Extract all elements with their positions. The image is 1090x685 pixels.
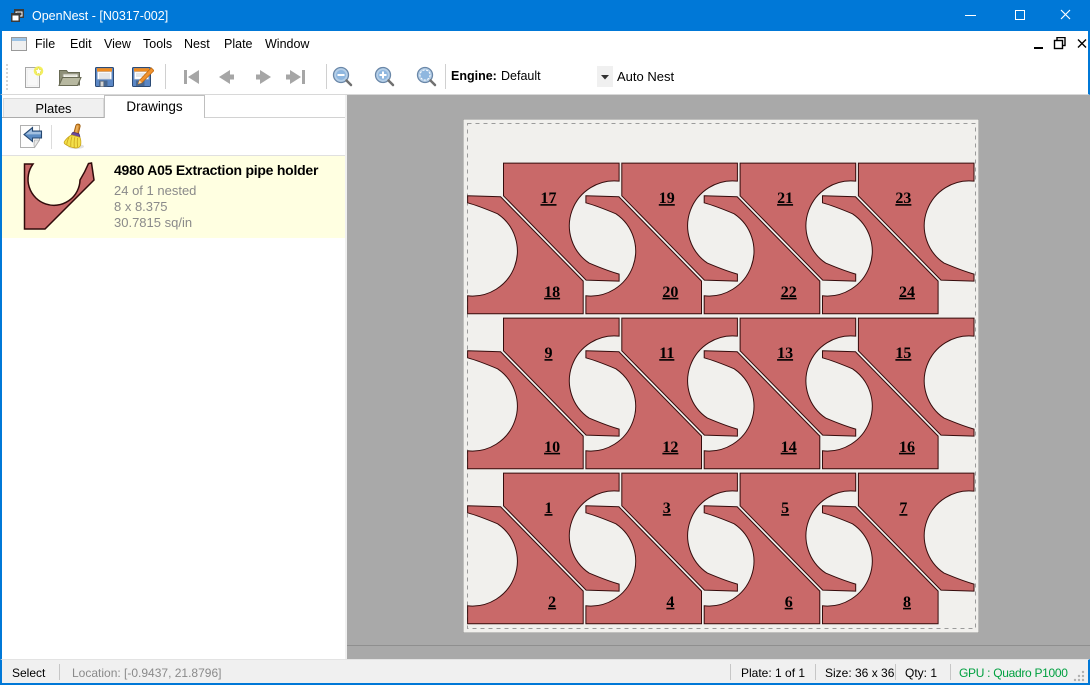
svg-text:18: 18 [544,284,560,301]
svg-text:4: 4 [666,594,674,611]
svg-text:20: 20 [662,284,678,301]
svg-text:7: 7 [899,500,907,517]
svg-text:2: 2 [548,594,556,611]
svg-text:11: 11 [659,345,674,362]
svg-text:9: 9 [545,345,553,362]
svg-text:6: 6 [785,594,793,611]
svg-text:5: 5 [781,500,789,517]
svg-text:16: 16 [899,439,915,456]
svg-text:23: 23 [895,190,911,207]
svg-text:8: 8 [903,594,911,611]
svg-text:14: 14 [781,439,797,456]
svg-text:24: 24 [899,284,915,301]
svg-text:19: 19 [659,190,675,207]
svg-text:13: 13 [777,345,793,362]
svg-text:22: 22 [781,284,797,301]
svg-text:21: 21 [777,190,793,207]
svg-text:15: 15 [895,345,911,362]
svg-text:10: 10 [544,439,560,456]
svg-text:12: 12 [662,439,678,456]
svg-text:3: 3 [663,500,671,517]
svg-text:1: 1 [545,500,553,517]
svg-text:17: 17 [541,190,557,207]
